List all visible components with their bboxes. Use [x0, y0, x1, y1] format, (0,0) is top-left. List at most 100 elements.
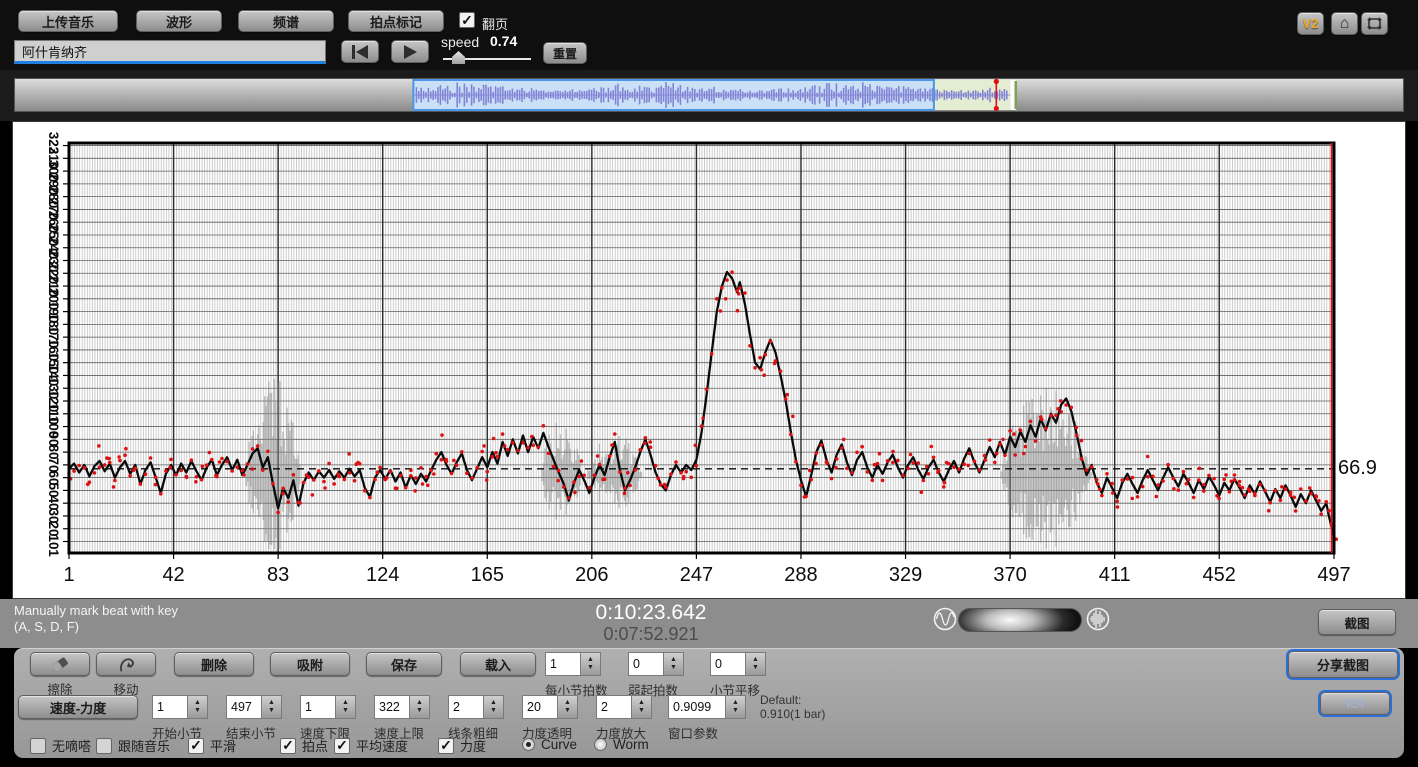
spinner-arrows[interactable]: ▲▼: [484, 695, 504, 719]
ioi-button[interactable]: IOI: [1320, 692, 1390, 715]
speed-slider-knob[interactable]: [452, 51, 465, 64]
spinner-value[interactable]: 0.9099: [668, 695, 726, 719]
spinner-value[interactable]: 1: [152, 695, 188, 719]
spinner-value[interactable]: 1: [545, 652, 581, 676]
arrow-down-icon[interactable]: ▼: [268, 707, 275, 715]
spinner-弱起拍数: 0▲▼: [628, 652, 684, 676]
reset-speed-button[interactable]: 重置: [543, 42, 587, 64]
arrow-down-icon[interactable]: ▼: [732, 707, 739, 715]
arrow-up-icon[interactable]: ▲: [732, 699, 739, 707]
checkbox-label: 无嘀嗒: [52, 736, 91, 755]
spinner-arrows[interactable]: ▲▼: [336, 695, 356, 719]
checkbox-平滑[interactable]: ✓平滑: [188, 736, 236, 755]
checkbox-无嘀嗒[interactable]: 无嘀嗒: [30, 736, 91, 755]
spinner-arrows[interactable]: ▲▼: [581, 652, 601, 676]
home-button[interactable]: ⌂: [1331, 12, 1358, 35]
play-icon: [401, 44, 419, 60]
arrow-down-icon[interactable]: ▼: [416, 707, 423, 715]
checkbox-跟随音乐[interactable]: 跟随音乐: [96, 736, 170, 755]
x-axis-label: 165: [471, 564, 504, 587]
track-name-input[interactable]: [14, 40, 326, 64]
waveform-view-button[interactable]: 波形: [136, 10, 222, 32]
x-axis-label: 1: [63, 564, 74, 587]
spinner-value[interactable]: 322: [374, 695, 410, 719]
balance-slider[interactable]: [958, 608, 1082, 632]
load-button[interactable]: 载入: [460, 652, 536, 676]
save-button[interactable]: 保存: [366, 652, 442, 676]
spinner-arrows[interactable]: ▲▼: [664, 652, 684, 676]
flip-page-checkbox[interactable]: ✓: [459, 12, 475, 28]
spinner-arrows[interactable]: ▲▼: [746, 652, 766, 676]
spinner-value[interactable]: 0: [710, 652, 746, 676]
checkbox-box[interactable]: ✓: [280, 738, 296, 754]
tempo-chart-svg[interactable]: [13, 122, 1405, 598]
arrow-down-icon[interactable]: ▼: [564, 707, 571, 715]
radio-circle[interactable]: [522, 738, 535, 751]
arrow-up-icon[interactable]: ▲: [670, 656, 677, 664]
checkbox-平均速度[interactable]: ✓平均速度: [334, 736, 408, 755]
spinner-value[interactable]: 497: [226, 695, 262, 719]
arrow-down-icon[interactable]: ▼: [587, 664, 594, 672]
spinner-value[interactable]: 2: [448, 695, 484, 719]
checkbox-box[interactable]: [96, 738, 112, 754]
fullscreen-button[interactable]: [1361, 12, 1388, 35]
spinner-value[interactable]: 1: [300, 695, 336, 719]
arrow-down-icon[interactable]: ▼: [342, 707, 349, 715]
spinner-arrows[interactable]: ▲▼: [726, 695, 746, 719]
screenshot-button[interactable]: 截图: [1318, 609, 1396, 635]
arrow-down-icon[interactable]: ▼: [670, 664, 677, 672]
spinner-arrows[interactable]: ▲▼: [410, 695, 430, 719]
snap-button[interactable]: 吸附: [270, 652, 350, 676]
default-window-note: Default:0.910(1 bar): [760, 693, 825, 721]
arrow-down-icon[interactable]: ▼: [490, 707, 497, 715]
checkbox-label: 拍点: [302, 736, 328, 755]
arrow-up-icon[interactable]: ▲: [587, 656, 594, 664]
beat-mark-view-button[interactable]: 拍点标记: [348, 10, 444, 32]
play-button[interactable]: [391, 40, 429, 63]
arrow-up-icon[interactable]: ▲: [490, 699, 497, 707]
radio-Worm[interactable]: Worm: [594, 737, 649, 752]
spinner-value[interactable]: 20: [522, 695, 558, 719]
time-elapsed-display: 0:10:23.642: [566, 601, 736, 625]
checkbox-box[interactable]: ✓: [438, 738, 454, 754]
tempo-dynamics-button[interactable]: 速度-力度: [18, 695, 138, 719]
spinner-value[interactable]: 2: [596, 695, 632, 719]
move-button[interactable]: [96, 652, 156, 676]
x-axis-label: 124: [366, 564, 399, 587]
spinner-arrows[interactable]: ▲▼: [262, 695, 282, 719]
upload-music-button[interactable]: 上传音乐: [18, 10, 118, 32]
arrow-up-icon[interactable]: ▲: [564, 699, 571, 707]
checkbox-拍点[interactable]: ✓ 拍点: [280, 736, 328, 755]
radio-Curve[interactable]: Curve: [522, 737, 577, 752]
checkbox-力度[interactable]: ✓力度: [438, 736, 486, 755]
arrow-down-icon[interactable]: ▼: [194, 707, 201, 715]
flip-page-label: 翻页: [482, 14, 508, 33]
tempo-chart-panel[interactable]: www.Vmus.net 66.9 3223103002902802702602…: [12, 121, 1406, 599]
arrow-up-icon[interactable]: ▲: [268, 699, 275, 707]
share-screenshot-button[interactable]: 分享截图: [1288, 651, 1398, 678]
checkbox-box[interactable]: [30, 738, 46, 754]
spectrum-view-button[interactable]: 频谱: [238, 10, 334, 32]
arrow-up-icon[interactable]: ▲: [416, 699, 423, 707]
waveform-overview-bar[interactable]: [14, 78, 1404, 112]
arrow-up-icon[interactable]: ▲: [342, 699, 349, 707]
arrow-down-icon[interactable]: ▼: [752, 664, 759, 672]
spinner-label: 窗口参数: [668, 723, 718, 742]
erase-button[interactable]: [30, 652, 90, 676]
arrow-up-icon[interactable]: ▲: [194, 699, 201, 707]
arrow-up-icon[interactable]: ▲: [638, 699, 645, 707]
spinner-arrows[interactable]: ▲▼: [188, 695, 208, 719]
radio-circle[interactable]: [594, 738, 607, 751]
music-sound-icon: [1086, 607, 1110, 631]
arrow-down-icon[interactable]: ▼: [638, 707, 645, 715]
spinner-arrows[interactable]: ▲▼: [558, 695, 578, 719]
arrow-up-icon[interactable]: ▲: [752, 656, 759, 664]
spinner-arrows[interactable]: ▲▼: [632, 695, 652, 719]
checkbox-box[interactable]: ✓: [188, 738, 204, 754]
spinner-value[interactable]: 0: [628, 652, 664, 676]
rewind-icon: [349, 44, 371, 60]
rewind-button[interactable]: [341, 40, 379, 63]
version-v2-badge[interactable]: V2: [1297, 12, 1324, 35]
delete-button[interactable]: 删除: [174, 652, 254, 676]
checkbox-box[interactable]: ✓: [334, 738, 350, 754]
